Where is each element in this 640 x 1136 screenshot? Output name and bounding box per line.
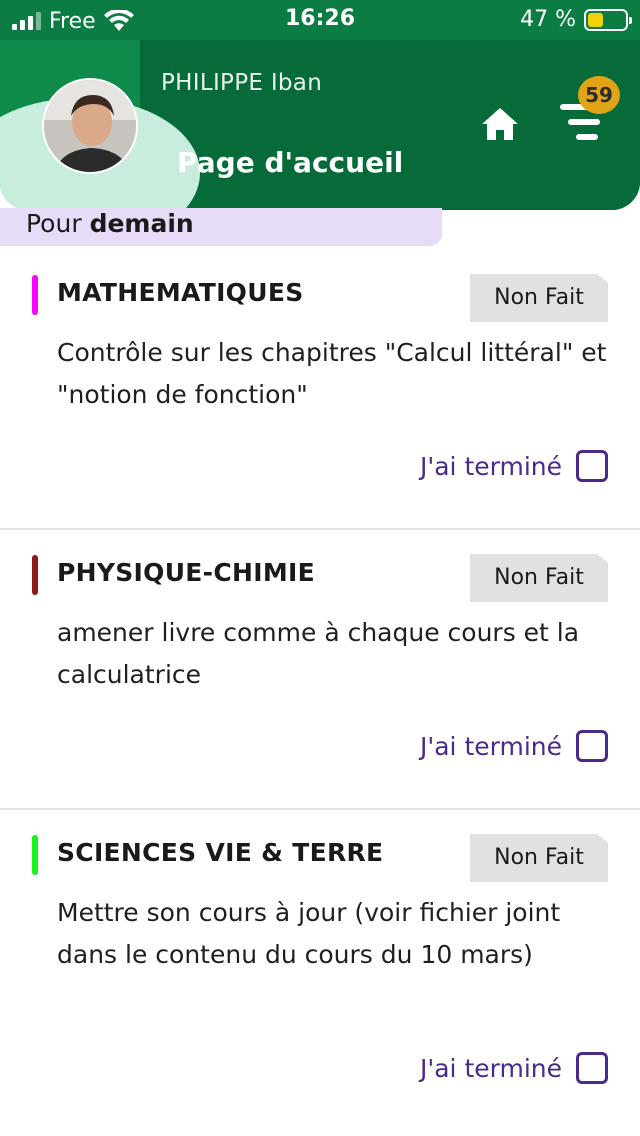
status-badge: Non Fait bbox=[470, 274, 608, 322]
subject-name: PHYSIQUE-CHIMIE bbox=[57, 558, 315, 587]
battery-icon bbox=[584, 8, 632, 31]
subject-name: SCIENCES VIE & TERRE bbox=[57, 838, 384, 867]
battery-percent: 47 % bbox=[520, 7, 576, 32]
subject-color-bar bbox=[32, 275, 38, 315]
done-toggle[interactable]: J'ai terminé bbox=[420, 1052, 608, 1084]
subject-name: MATHEMATIQUES bbox=[57, 278, 304, 307]
done-label[interactable]: J'ai terminé bbox=[420, 1054, 562, 1083]
status-badge: Non Fait bbox=[470, 834, 608, 882]
done-checkbox[interactable] bbox=[576, 1052, 608, 1084]
homework-description: Contrôle sur les chapitres "Calcul litté… bbox=[57, 338, 607, 409]
avatar[interactable] bbox=[42, 78, 138, 174]
done-toggle[interactable]: J'ai terminé bbox=[420, 730, 608, 762]
homework-card[interactable]: MATHEMATIQUES Non Fait Contrôle sur les … bbox=[0, 250, 640, 530]
user-name: PHILIPPE Iban bbox=[161, 70, 323, 96]
homework-card[interactable]: SCIENCES VIE & TERRE Non Fait Mettre son… bbox=[0, 810, 640, 1136]
page-title: Page d'accueil bbox=[177, 146, 404, 179]
home-icon[interactable] bbox=[480, 106, 520, 142]
status-badge: Non Fait bbox=[470, 554, 608, 602]
section-label: Pour demain bbox=[0, 208, 442, 246]
done-label[interactable]: J'ai terminé bbox=[420, 732, 562, 761]
notification-badge[interactable]: 59 bbox=[578, 76, 620, 114]
homework-description: Mettre son cours à jour (voir fichier jo… bbox=[57, 898, 561, 969]
status-bar: Free 16:26 47 % bbox=[0, 0, 640, 40]
avatar-photo bbox=[44, 80, 136, 172]
subject-color-bar bbox=[32, 555, 38, 595]
section-prefix: Pour bbox=[26, 209, 82, 238]
homework-card[interactable]: PHYSIQUE-CHIMIE Non Fait amener livre co… bbox=[0, 530, 640, 810]
status-right: 47 % bbox=[520, 7, 632, 32]
subject-color-bar bbox=[32, 835, 38, 875]
done-toggle[interactable]: J'ai terminé bbox=[420, 450, 608, 482]
app-header: PHILIPPE Iban Page d'accueil 59 bbox=[0, 40, 640, 210]
section-day: demain bbox=[89, 209, 194, 238]
battery-fill bbox=[588, 12, 603, 27]
done-checkbox[interactable] bbox=[576, 450, 608, 482]
done-label[interactable]: J'ai terminé bbox=[420, 452, 562, 481]
homework-description: amener livre comme à chaque cours et la … bbox=[57, 618, 580, 689]
done-checkbox[interactable] bbox=[576, 730, 608, 762]
